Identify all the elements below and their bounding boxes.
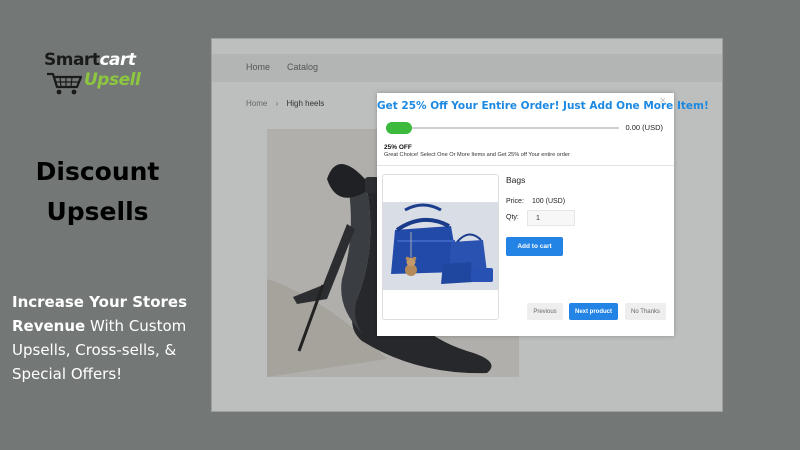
modal-divider bbox=[377, 165, 674, 166]
price-label: Price: bbox=[506, 198, 524, 205]
nav-catalog-link[interactable]: Catalog bbox=[287, 62, 318, 72]
add-to-cart-button[interactable]: Add to cart bbox=[506, 237, 563, 256]
quantity-input[interactable] bbox=[527, 210, 575, 226]
shopping-cart-icon bbox=[47, 72, 83, 95]
offer-discount-label: 25% OFF bbox=[384, 144, 412, 151]
offer-progress-track bbox=[386, 127, 619, 129]
offer-description: Great Choice! Select One Or More Items a… bbox=[384, 152, 570, 158]
tagline-bold-1: Increase Your Stores bbox=[12, 293, 188, 311]
upsell-item-image-card bbox=[382, 174, 499, 320]
offer-title: Get 25% Off Your Entire Order! Just Add … bbox=[377, 100, 709, 112]
breadcrumb-home[interactable]: Home bbox=[246, 99, 267, 108]
price-value: 100 (USD) bbox=[532, 198, 566, 205]
tagline: Increase Your Stores Revenue With Custom… bbox=[12, 290, 202, 386]
logo-word-cart: cart bbox=[99, 50, 136, 70]
next-product-button[interactable]: Next product bbox=[569, 303, 618, 320]
smartcart-upsell-logo: Smartcart Upsell bbox=[44, 50, 144, 96]
upsell-offer-modal: × Get 25% Off Your Entire Order! Just Ad… bbox=[377, 93, 709, 336]
breadcrumb: Home › High heels bbox=[246, 99, 330, 108]
offer-progress-amount: 0.00 (USD) bbox=[625, 123, 663, 132]
tagline-bold-2: Revenue bbox=[12, 317, 86, 335]
headline-line-2: Upsells bbox=[46, 197, 149, 226]
breadcrumb-separator: › bbox=[275, 99, 279, 108]
handbag-set-image bbox=[383, 202, 498, 290]
previous-product-button[interactable]: Previous bbox=[527, 303, 563, 320]
logo-word-smart: Smart bbox=[44, 50, 100, 70]
headline-line-1: Discount bbox=[35, 157, 160, 186]
breadcrumb-current: High heels bbox=[286, 99, 325, 108]
qty-label: Qty: bbox=[506, 214, 519, 221]
no-thanks-button[interactable]: No Thanks bbox=[625, 303, 666, 320]
store-nav-bar: Home Catalog bbox=[212, 54, 722, 82]
offer-progress-fill bbox=[386, 122, 412, 134]
upsell-item-name: Bags bbox=[506, 175, 526, 185]
nav-home-link[interactable]: Home bbox=[246, 62, 270, 72]
headline: Discount Upsells bbox=[0, 152, 195, 232]
logo-word-upsell: Upsell bbox=[84, 70, 141, 90]
